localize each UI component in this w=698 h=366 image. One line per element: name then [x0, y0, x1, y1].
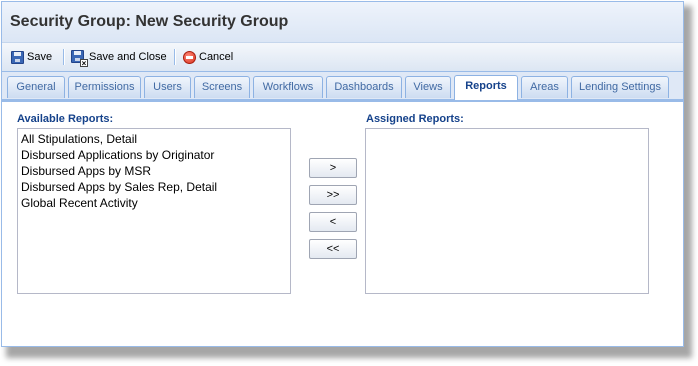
tab-users[interactable]: Users — [144, 76, 191, 98]
tab-areas[interactable]: Areas — [521, 76, 568, 98]
cancel-icon — [183, 50, 196, 64]
list-item[interactable]: All Stipulations, Detail — [18, 131, 290, 147]
toolbar-separator — [63, 49, 65, 65]
tab-views[interactable]: Views — [405, 76, 451, 98]
tab-permissions[interactable]: Permissions — [68, 76, 141, 98]
title-bar: Security Group: New Security Group — [2, 2, 683, 43]
save-button[interactable]: Save — [11, 49, 52, 65]
available-reports-label: Available Reports: — [17, 113, 114, 125]
list-item[interactable]: Disbursed Apps by MSR — [18, 163, 290, 179]
assigned-reports-label: Assigned Reports: — [366, 113, 464, 125]
cancel-button[interactable]: Cancel — [183, 49, 233, 65]
tab-reports[interactable]: Reports — [454, 75, 518, 100]
tab-strip: General Permissions Users Screens Workfl… — [2, 72, 683, 102]
cancel-label: Cancel — [199, 51, 234, 63]
save-and-close-button[interactable]: × Save and Close — [71, 49, 167, 67]
list-item[interactable]: Disbursed Applications by Originator — [18, 147, 290, 163]
window-title: Security Group: New Security Group — [10, 13, 289, 30]
assigned-reports-list[interactable] — [365, 128, 649, 294]
security-group-window: Security Group: New Security Group Save … — [1, 1, 684, 347]
remove-all-button[interactable]: << — [309, 239, 357, 259]
reports-panel: Available Reports: All Stipulations, Det… — [2, 102, 683, 346]
tab-workflows[interactable]: Workflows — [253, 76, 323, 98]
list-item[interactable]: Global Recent Activity — [18, 195, 290, 211]
tab-general[interactable]: General — [7, 76, 65, 98]
save-label: Save — [27, 51, 53, 63]
list-item[interactable]: Disbursed Apps by Sales Rep, Detail — [18, 179, 290, 195]
save-close-icon: × — [71, 49, 88, 67]
tab-dashboards[interactable]: Dashboards — [326, 76, 402, 98]
toolbar-separator — [174, 49, 176, 65]
toolbar: Save × Save and Close Cancel — [2, 43, 683, 72]
save-disk-icon — [11, 50, 24, 64]
tab-lending-settings[interactable]: Lending Settings — [571, 76, 669, 98]
available-reports-list[interactable]: All Stipulations, Detail Disbursed Appli… — [17, 128, 291, 294]
tab-screens[interactable]: Screens — [194, 76, 250, 98]
remove-selected-button[interactable]: < — [309, 212, 357, 232]
add-all-button[interactable]: >> — [309, 185, 357, 205]
save-and-close-label: Save and Close — [89, 51, 167, 63]
add-selected-button[interactable]: > — [309, 158, 357, 178]
